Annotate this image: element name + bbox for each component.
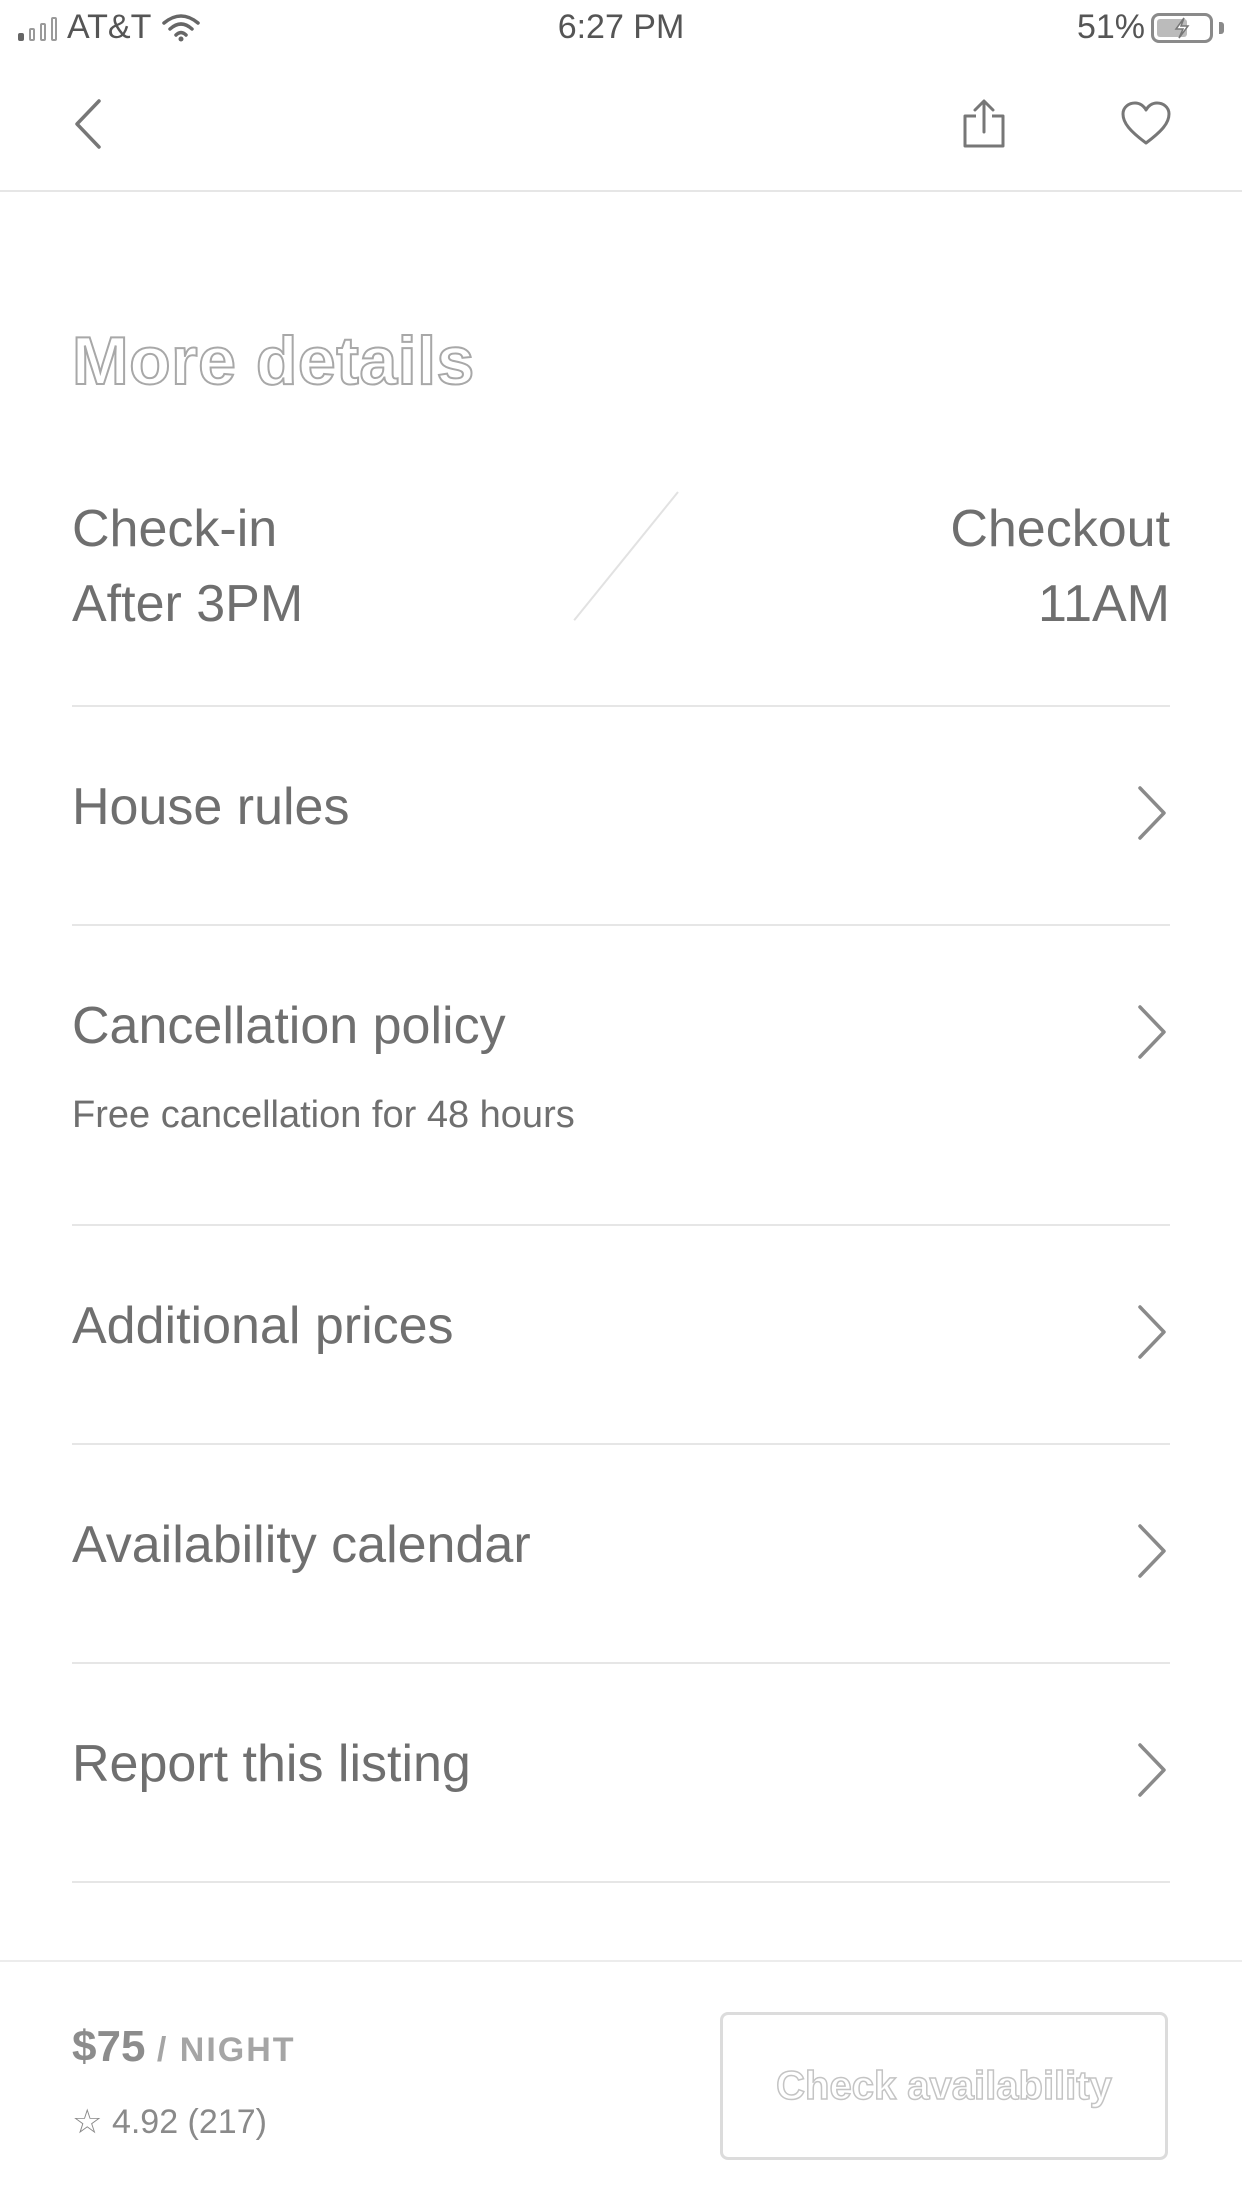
row-label: Report this listing xyxy=(72,1735,471,1793)
rating-value: 4.92 (217) xyxy=(111,2103,267,2141)
chevron-right-icon xyxy=(1138,1524,1166,1578)
rating: ☆ 4.92 (217) xyxy=(72,2102,267,2142)
chevron-right-icon xyxy=(1138,1005,1166,1059)
row-availability-calendar[interactable]: Availability calendar xyxy=(72,1445,1170,1662)
battery-percent: 51% xyxy=(1076,8,1145,46)
share-button[interactable] xyxy=(952,92,1016,156)
row-additional-prices[interactable]: Additional prices xyxy=(72,1226,1170,1443)
star-icon: ☆ xyxy=(72,2103,103,2141)
page-title: More details xyxy=(71,322,475,400)
price-per-night: $75 / NIGHT xyxy=(72,2022,296,2072)
status-bar: AT&T 6:27 PM 51% xyxy=(0,0,1242,62)
checkin-checkout-row: Check-in After 3PM Checkout 11AM xyxy=(72,491,1170,642)
row-label: Additional prices xyxy=(72,1297,454,1355)
checkout-label: Checkout xyxy=(950,500,1170,558)
back-button[interactable] xyxy=(56,92,120,156)
price-unit: / NIGHT xyxy=(145,2031,296,2069)
row-house-rules[interactable]: House rules xyxy=(72,707,1170,924)
battery-tip xyxy=(1219,21,1224,34)
checkin-value: After 3PM xyxy=(72,575,304,633)
booking-bar: $75 / NIGHT ☆ 4.92 (217) Check availabil… xyxy=(0,1960,1242,2208)
chevron-right-icon xyxy=(1138,786,1166,840)
status-time: 6:27 PM xyxy=(557,8,685,46)
chevron-right-icon xyxy=(1138,1305,1166,1359)
heart-icon xyxy=(1121,101,1171,145)
price-amount: $75 xyxy=(72,2022,146,2071)
chevron-right-icon xyxy=(1138,1743,1166,1797)
share-icon xyxy=(963,99,1005,148)
checkout-value: 11AM xyxy=(1038,575,1170,633)
row-subtitle: Free cancellation for 48 hours xyxy=(72,1094,575,1136)
battery-charging-icon xyxy=(1151,12,1213,43)
row-label: House rules xyxy=(72,778,350,836)
check-availability-button[interactable]: Check availability xyxy=(720,2012,1168,2160)
checkin-label: Check-in xyxy=(72,500,278,558)
checkout-block: Checkout 11AM xyxy=(950,492,1170,642)
battery-group: 51% xyxy=(1077,8,1224,47)
save-favorite-button[interactable] xyxy=(1114,92,1178,156)
nav-bar xyxy=(0,62,1242,192)
checkin-divider xyxy=(573,491,679,621)
row-label: Cancellation policy xyxy=(72,997,506,1055)
row-report-listing[interactable]: Report this listing xyxy=(72,1664,1170,1881)
row-cancellation-policy[interactable]: Cancellation policy Free cancellation fo… xyxy=(72,926,1170,1224)
row-label: Availability calendar xyxy=(72,1516,531,1574)
divider xyxy=(72,1881,1170,1883)
checkin-block: Check-in After 3PM xyxy=(72,492,303,642)
chevron-left-icon xyxy=(75,99,101,149)
